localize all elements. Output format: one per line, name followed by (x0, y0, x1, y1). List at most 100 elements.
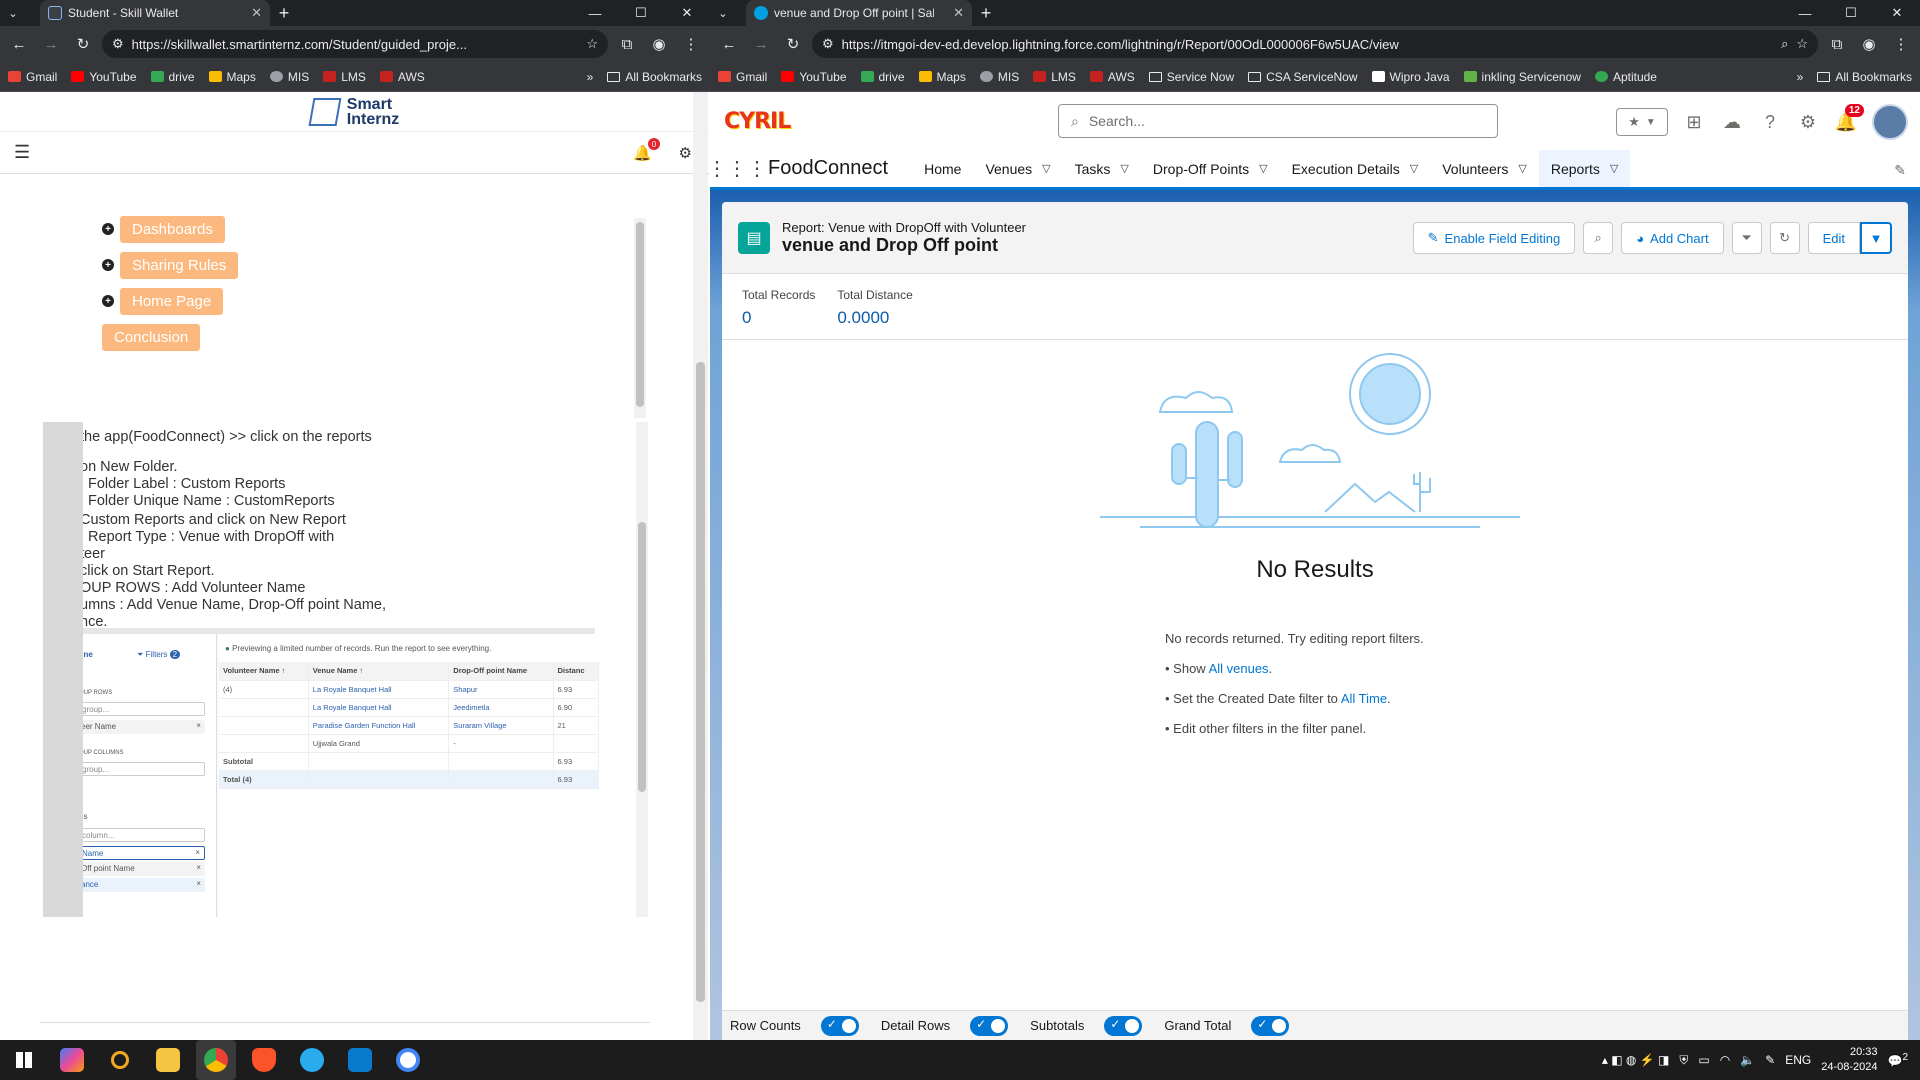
menu-icon[interactable]: ⋮ (678, 31, 704, 57)
more-bookmarks-icon[interactable]: » (587, 70, 594, 84)
start-button[interactable] (4, 1040, 44, 1080)
notification-center-icon[interactable]: 💬2 (1887, 1052, 1908, 1068)
chevron-down-icon[interactable]: ▽ (1518, 162, 1526, 175)
help-icon[interactable]: ? (1758, 110, 1782, 134)
new-tab-button[interactable]: + (270, 0, 298, 26)
row-counts-toggle[interactable] (820, 1015, 859, 1036)
brave-icon[interactable] (244, 1040, 284, 1080)
bookmark-inkling[interactable]: inkling Servicenow (1463, 70, 1581, 84)
nav-reports[interactable]: Reports ▽ (1538, 150, 1631, 190)
address-bar[interactable]: ⚙ https://itmgoi-dev-ed.develop.lightnin… (812, 30, 1818, 58)
nav-venues[interactable]: Venues ▽ (973, 150, 1062, 187)
zoom-icon[interactable]: ⌕ (1781, 36, 1788, 52)
vscode-icon[interactable] (340, 1040, 380, 1080)
pen-icon[interactable]: ✎ (1765, 1053, 1775, 1067)
bookmark-star-icon[interactable]: ☆ (586, 36, 598, 52)
extensions-icon[interactable]: ⧉ (1824, 31, 1850, 57)
bookmark-gmail[interactable]: Gmail (718, 70, 767, 84)
site-info-icon[interactable]: ⚙ (112, 36, 124, 52)
bookmark-star-icon[interactable]: ☆ (1796, 36, 1808, 52)
grand-total-toggle[interactable] (1251, 1015, 1290, 1036)
all-bookmarks[interactable]: All Bookmarks (607, 70, 702, 84)
battery-icon[interactable]: ▭ (1698, 1053, 1709, 1067)
google-icon[interactable] (388, 1040, 428, 1080)
all-bookmarks[interactable]: All Bookmarks (1817, 70, 1912, 84)
tab-skill-wallet[interactable]: Student - Skill Wallet ✕ (40, 0, 270, 26)
site-info-icon[interactable]: ⚙ (822, 36, 834, 52)
bookmark-aws[interactable]: AWS (1089, 70, 1135, 84)
shield-icon[interactable]: ⛨ (1679, 1053, 1688, 1068)
step-sharing-rules[interactable]: + Sharing Rules (102, 251, 640, 279)
expand-plus-icon[interactable]: + (102, 259, 114, 271)
bookmark-service-now[interactable]: Service Now (1148, 70, 1234, 84)
step-conclusion[interactable]: Conclusion (102, 323, 640, 351)
extensions-icon[interactable]: ⧉ (614, 31, 640, 57)
chevron-down-icon[interactable]: ▽ (1610, 162, 1618, 175)
tab-search-icon[interactable]: ⌄ (0, 0, 26, 26)
forward-icon[interactable]: → (748, 31, 774, 57)
profile-icon[interactable]: ◉ (1856, 31, 1882, 57)
bookmark-lms[interactable]: LMS (1033, 70, 1076, 84)
close-tab-icon[interactable]: ✕ (953, 5, 964, 21)
bookmark-wipro-java[interactable]: Wipro Java (1371, 70, 1450, 84)
step-home-page[interactable]: + Home Page (102, 287, 640, 315)
all-time-link[interactable]: All Time (1341, 691, 1387, 706)
bookmark-aws[interactable]: AWS (379, 70, 425, 84)
bookmark-maps[interactable]: Maps (208, 70, 256, 84)
forward-icon[interactable]: → (38, 31, 64, 57)
chevron-down-icon[interactable]: ▽ (1410, 162, 1418, 175)
tab-search-icon[interactable]: ⌄ (710, 0, 736, 26)
steps-scrollbar[interactable] (634, 218, 646, 418)
copilot-icon[interactable] (52, 1040, 92, 1080)
hamburger-menu-icon[interactable]: ☰ (14, 142, 30, 163)
new-tab-button[interactable]: + (972, 0, 1000, 26)
bookmark-lms[interactable]: LMS (323, 70, 366, 84)
edit-report-button[interactable]: Edit (1807, 222, 1860, 254)
trailhead-icon[interactable]: ☁ (1720, 110, 1744, 134)
clock[interactable]: 20:33 24-08-2024 (1821, 1045, 1877, 1075)
more-actions-dropdown[interactable]: ▼ (1860, 222, 1892, 254)
minimize-icon[interactable]: — (1782, 0, 1828, 26)
chevron-down-icon[interactable]: ▽ (1042, 162, 1050, 175)
minimize-icon[interactable]: — (572, 0, 618, 26)
add-chart-button[interactable]: ◕ Add Chart (1621, 222, 1724, 254)
filter-button[interactable]: ⏷ (1731, 222, 1762, 254)
chrome-icon[interactable] (196, 1040, 236, 1080)
tab-salesforce-report[interactable]: venue and Drop Off point | Sale ✕ (746, 0, 972, 26)
bookmark-drive[interactable]: drive (860, 70, 905, 84)
volume-icon[interactable]: 🔈 (1740, 1053, 1755, 1067)
bookmark-csa-servicenow[interactable]: CSA ServiceNow (1248, 70, 1358, 84)
global-search-input[interactable]: ⌕ Search... (1058, 104, 1498, 138)
more-bookmarks-icon[interactable]: » (1797, 70, 1804, 84)
expand-plus-icon[interactable]: + (102, 295, 114, 307)
bookmark-mis[interactable]: MIS (269, 70, 309, 84)
global-actions-icon[interactable]: ⊞ (1682, 110, 1706, 134)
nav-tasks[interactable]: Tasks ▽ (1063, 150, 1141, 187)
bookmark-maps[interactable]: Maps (918, 70, 966, 84)
setup-gear-icon[interactable]: ⚙ (1796, 110, 1820, 134)
telegram-icon[interactable] (292, 1040, 332, 1080)
bookmark-aptitude[interactable]: Aptitude (1594, 70, 1657, 84)
expand-plus-icon[interactable]: + (102, 223, 114, 235)
step-dashboards[interactable]: + Dashboards (102, 215, 640, 243)
detail-rows-toggle[interactable] (970, 1015, 1009, 1036)
close-tab-icon[interactable]: ✕ (251, 5, 262, 21)
org-logo[interactable]: CYRIL (724, 109, 791, 134)
chevron-down-icon[interactable]: ▽ (1120, 162, 1128, 175)
bookmark-youtube[interactable]: YouTube (71, 70, 137, 84)
bookmark-gmail[interactable]: Gmail (8, 70, 57, 84)
settings-gear-icon[interactable]: ⚙ (679, 144, 692, 162)
bookmark-drive[interactable]: drive (150, 70, 195, 84)
menu-icon[interactable]: ⋮ (1888, 31, 1914, 57)
file-explorer-icon[interactable] (148, 1040, 188, 1080)
maximize-icon[interactable]: ☐ (618, 0, 664, 26)
back-icon[interactable]: ← (716, 31, 742, 57)
nav-volunteers[interactable]: Volunteers ▽ (1430, 150, 1539, 187)
back-icon[interactable]: ← (6, 31, 32, 57)
app-launcher-icon[interactable]: ⋮⋮⋮ (710, 150, 767, 187)
wifi-icon[interactable]: ◠ (1720, 1053, 1730, 1067)
favorites-button[interactable]: ★ ▼ (1616, 108, 1668, 136)
show-all-venues-link[interactable]: All venues (1209, 661, 1269, 676)
reload-icon[interactable]: ↻ (780, 31, 806, 57)
subtotals-toggle[interactable] (1104, 1015, 1143, 1036)
